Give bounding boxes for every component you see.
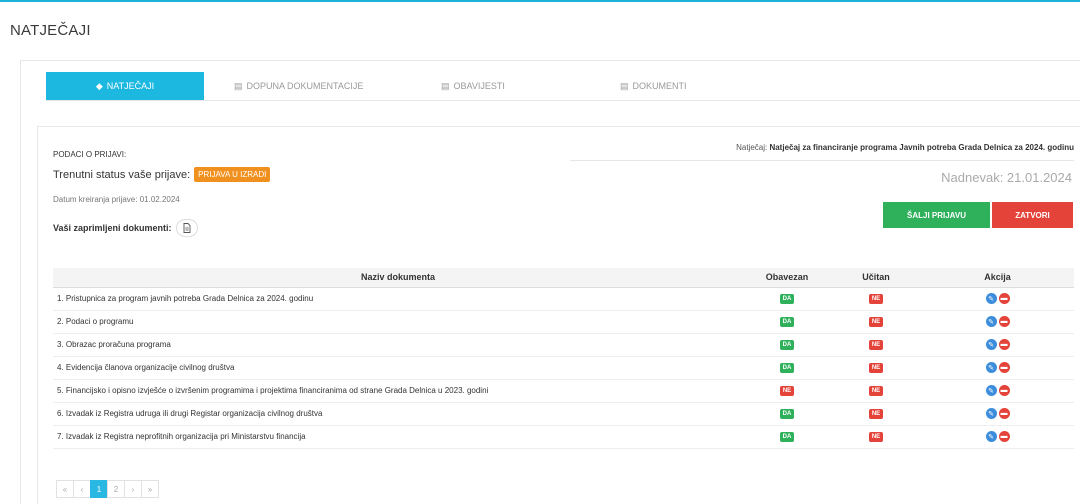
document-name: 7. Izvadak iz Registra neprofitnih organ… (53, 425, 743, 449)
delete-icon[interactable]: ▬ (998, 385, 1010, 396)
ucitan-badge: NE (868, 386, 884, 396)
ucitan-badge: NE (868, 363, 884, 373)
obavezan-badge: DA (779, 340, 795, 350)
edit-icon[interactable]: ✎ (985, 293, 997, 304)
header-naziv: Naziv dokumenta (53, 268, 743, 288)
header-obavezan: Obavezan (743, 268, 831, 288)
document-name: 3. Obrazac proračuna programa (53, 333, 743, 357)
document-name: 5. Financijsko i opisno izvješće o izvrš… (53, 379, 743, 403)
prev-page-button[interactable]: ‹ (73, 480, 91, 498)
delete-icon[interactable]: ▬ (998, 362, 1010, 373)
table-row: 7. Izvadak iz Registra neprofitnih organ… (53, 425, 1074, 449)
list-icon: ▤ (620, 80, 629, 91)
tab-label: DOKUMENTI (632, 81, 687, 91)
edit-icon[interactable]: ✎ (985, 362, 997, 373)
close-button[interactable]: ZATVORI (992, 202, 1073, 228)
last-page-button[interactable]: » (141, 480, 159, 498)
page-button-2[interactable]: 2 (107, 480, 125, 498)
received-documents-row: Vaši zaprimljeni dokumenti: (53, 219, 198, 237)
table-row: 5. Financijsko i opisno izvješće o izvrš… (53, 379, 1074, 403)
tab-label: OBAVIJESTI (453, 81, 505, 91)
pagination: « ‹ 1 2 › » (56, 480, 159, 498)
tag-icon: ◆ (95, 80, 103, 91)
obavezan-badge: DA (779, 317, 795, 327)
document-icon (183, 223, 190, 233)
edit-icon[interactable]: ✎ (985, 431, 997, 442)
ucitan-badge: NE (868, 294, 884, 304)
send-application-button[interactable]: ŠALJI PRIJAVU (883, 202, 990, 228)
list-icon: ▤ (441, 80, 450, 91)
edit-icon[interactable]: ✎ (985, 316, 997, 327)
obavezan-badge: NE (779, 386, 795, 396)
tab-bar: ◆ NATJEČAJI ▤ DOPUNA DOKUMENTACIJE ▤ OBA… (46, 72, 744, 100)
tab-label: DOPUNA DOKUMENTACIJE (246, 81, 364, 91)
document-name: 6. Izvadak iz Registra udruga ili drugi … (53, 402, 743, 426)
delete-icon[interactable]: ▬ (998, 293, 1010, 304)
document-name: 4. Evidencija članova organizacije civil… (53, 356, 743, 380)
edit-icon[interactable]: ✎ (985, 408, 997, 419)
document-button[interactable] (175, 219, 198, 237)
table-row: 4. Evidencija članova organizacije civil… (53, 356, 1074, 380)
ucitan-badge: NE (868, 409, 884, 419)
nadnevak: Nadnevak: 21.01.2024 (941, 170, 1072, 185)
tab-dokumenti[interactable]: ▤ DOKUMENTI (584, 72, 744, 100)
page-title: NATJEČAJI (10, 22, 91, 39)
table-row: 1. Pristupnica za program javnih potreba… (53, 287, 1074, 311)
delete-icon[interactable]: ▬ (998, 431, 1010, 442)
page-button-1[interactable]: 1 (90, 480, 108, 498)
tab-divider (46, 100, 1080, 101)
table-row: 2. Podaci o programu DA NE ✎ ▬ (53, 310, 1074, 334)
tab-obavijesti[interactable]: ▤ OBAVIJESTI (404, 72, 584, 100)
header-akcija: Akcija (921, 268, 1074, 288)
obavezan-badge: DA (779, 294, 795, 304)
first-page-button[interactable]: « (56, 480, 74, 498)
ucitan-badge: NE (868, 317, 884, 327)
delete-icon[interactable]: ▬ (998, 316, 1010, 327)
document-name: 2. Podaci o programu (53, 310, 743, 334)
status-badge: PRIJAVA U IZRADI (194, 167, 271, 182)
ucitan-badge: NE (868, 432, 884, 442)
natjecaj-prefix: Natječaj: (736, 143, 768, 152)
info-heading: PODACI O PRIJAVI: (53, 150, 127, 159)
obavezan-badge: DA (779, 363, 795, 373)
status-row: Trenutni status vaše prijave: PRIJAVA U … (53, 167, 271, 182)
document-name: 1. Pristupnica za program javnih potreba… (53, 287, 743, 311)
header-ucitan: Učitan (831, 268, 921, 288)
ucitan-badge: NE (868, 340, 884, 350)
natjecaj-name: Natječaj za financiranje programa Javnih… (769, 143, 1074, 152)
next-page-button[interactable]: › (124, 480, 142, 498)
natjecaj-divider (570, 160, 1074, 161)
documents-table: Naziv dokumenta Obavezan Učitan Akcija 1… (53, 268, 1074, 449)
delete-icon[interactable]: ▬ (998, 339, 1010, 350)
tab-dopuna-dokumentacije[interactable]: ▤ DOPUNA DOKUMENTACIJE (204, 72, 404, 100)
table-row: 3. Obrazac proračuna programa DA NE ✎ ▬ (53, 333, 1074, 357)
obavezan-badge: DA (779, 409, 795, 419)
list-icon: ▤ (234, 80, 243, 91)
delete-icon[interactable]: ▬ (998, 408, 1010, 419)
tab-natjecaji[interactable]: ◆ NATJEČAJI (46, 72, 204, 100)
natjecaj-info: Natječaj: Natječaj za financiranje progr… (736, 143, 1074, 152)
edit-icon[interactable]: ✎ (985, 339, 997, 350)
table-header-row: Naziv dokumenta Obavezan Učitan Akcija (53, 268, 1074, 288)
edit-icon[interactable]: ✎ (985, 385, 997, 396)
tab-label: NATJEČAJI (106, 81, 155, 91)
status-label: Trenutni status vaše prijave: (53, 168, 191, 181)
obavezan-badge: DA (779, 432, 795, 442)
received-documents-label: Vaši zaprimljeni dokumenti: (53, 223, 172, 233)
top-accent-line (0, 0, 1080, 2)
creation-date: Datum kreiranja prijave: 01.02.2024 (53, 195, 180, 204)
table-row: 6. Izvadak iz Registra udruga ili drugi … (53, 402, 1074, 426)
